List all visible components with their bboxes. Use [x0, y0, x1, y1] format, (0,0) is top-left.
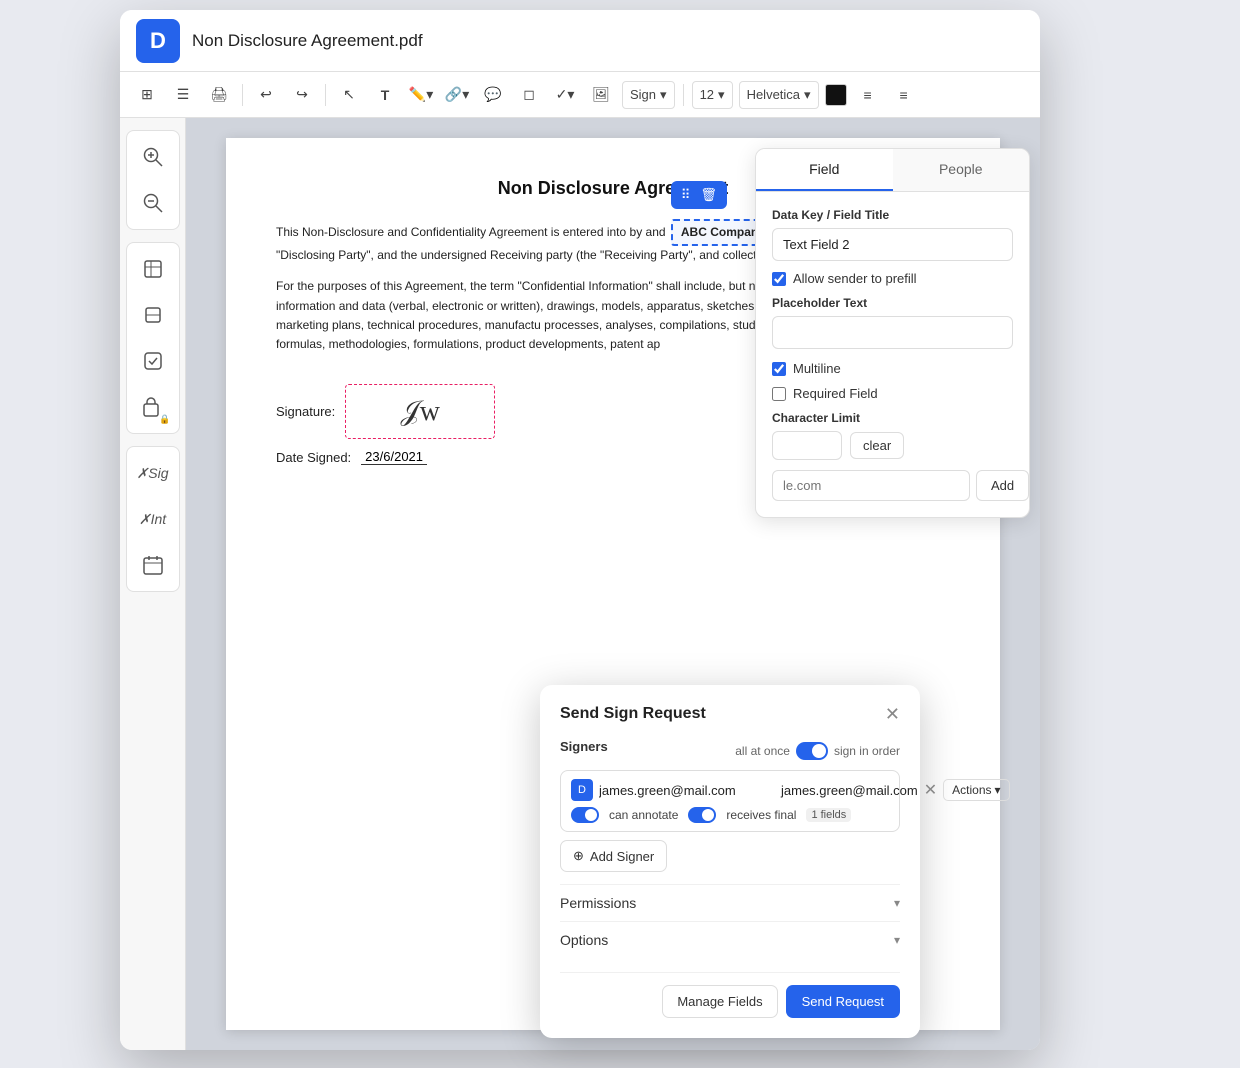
signer-perms-row: can annotate receives final 1 fields — [571, 807, 889, 823]
image-tool-button[interactable]: 🖼 — [586, 80, 616, 110]
tab-people[interactable]: People — [893, 149, 1030, 191]
modal-footer: Manage Fields Send Request — [560, 972, 900, 1018]
signer-row: D james.green@mail.com ✕ Actions ▾ can a… — [560, 770, 900, 832]
people-add-button[interactable]: Add — [976, 470, 1029, 501]
toolbar-sep-2 — [325, 84, 326, 106]
field-toolbar: ⠿ 🗑 — [671, 181, 727, 209]
zoom-in-button[interactable] — [131, 135, 175, 179]
char-limit-label: Character Limit — [772, 411, 1013, 425]
tools-group: 🔒 — [126, 242, 180, 434]
redo-button[interactable]: ↪ — [287, 80, 317, 110]
placeholder-input[interactable] — [772, 316, 1013, 349]
signer-doc-icon: D — [571, 779, 593, 801]
field-drag-button[interactable]: ⠿ — [679, 185, 693, 205]
permissions-chevron-icon: ▾ — [894, 896, 900, 910]
tab-field[interactable]: Field — [756, 149, 893, 191]
permissions-header[interactable]: Permissions ▾ — [560, 895, 900, 911]
signer-email-input[interactable] — [599, 783, 775, 798]
crop-button[interactable] — [131, 247, 175, 291]
field-people-panel: Field People Data Key / Field Title Allo… — [755, 148, 1030, 518]
panel-tabs: Field People — [756, 149, 1029, 192]
zoom-group — [126, 130, 180, 230]
data-key-label: Data Key / Field Title — [772, 208, 1013, 222]
signers-label: Signers — [560, 739, 608, 754]
select-tool-button[interactable]: ↖ — [334, 80, 364, 110]
char-limit-input[interactable] — [772, 431, 842, 460]
app-logo: D — [136, 19, 180, 63]
undo-button[interactable]: ↩ — [251, 80, 281, 110]
add-signer-button[interactable]: ⊕ Add Signer — [560, 840, 667, 872]
signature-box[interactable]: 𝒥w — [345, 384, 495, 439]
required-row: Required Field — [772, 386, 1013, 401]
manage-fields-button[interactable]: Manage Fields — [662, 985, 777, 1018]
send-sign-request-modal: Send Sign Request ✕ Signers all at once … — [540, 685, 920, 1038]
placeholder-text-label: Placeholder Text — [772, 296, 1013, 310]
link-tool-button[interactable]: 🔗▾ — [442, 80, 472, 110]
checkbox-button[interactable] — [131, 339, 175, 383]
fields-badge: 1 fields — [806, 808, 851, 822]
allow-prefill-checkbox[interactable] — [772, 272, 786, 286]
signer-remove-button[interactable]: ✕ — [924, 780, 937, 800]
resize-button[interactable] — [131, 293, 175, 337]
permissions-section: Permissions ▾ — [560, 884, 900, 921]
people-email-input[interactable] — [772, 470, 970, 501]
modal-close-button[interactable]: ✕ — [885, 705, 900, 723]
app-title: Non Disclosure Agreement.pdf — [192, 31, 423, 51]
left-sidebar: 🔒 ✗Sig ✗Int — [120, 118, 186, 1050]
zoom-out-button[interactable] — [131, 181, 175, 225]
field-delete-button[interactable]: 🗑 — [698, 185, 719, 205]
allow-prefill-row: Allow sender to prefill — [772, 271, 1013, 286]
allow-prefill-label: Allow sender to prefill — [793, 271, 917, 286]
sign-group: ✗Sig ✗Int — [126, 446, 180, 592]
options-header[interactable]: Options ▾ — [560, 932, 900, 948]
list-view-button[interactable]: ☰ — [168, 80, 198, 110]
required-checkbox[interactable] — [772, 387, 786, 401]
signers-header: Signers all at once sign in order — [560, 739, 900, 762]
required-label: Required Field — [793, 386, 878, 401]
send-request-button[interactable]: Send Request — [786, 985, 900, 1018]
signature-button[interactable]: ✗Sig — [131, 451, 175, 495]
font-family-dropdown[interactable]: Helvetica ▾ — [739, 81, 819, 109]
pen-tool-button[interactable]: ✏️▾ — [406, 80, 436, 110]
signer-email-row: D james.green@mail.com ✕ Actions ▾ — [571, 779, 889, 801]
print-button[interactable]: 🖨 — [204, 80, 234, 110]
clear-button[interactable]: clear — [850, 432, 904, 459]
receives-final-toggle[interactable] — [688, 807, 716, 823]
modal-title: Send Sign Request — [560, 705, 706, 723]
toolbar-sep-1 — [242, 84, 243, 106]
calendar-button[interactable] — [131, 543, 175, 587]
signers-controls: all at once sign in order — [735, 742, 900, 760]
people-email-row: Add — [772, 470, 1013, 501]
sign-order-toggle[interactable] — [796, 742, 828, 760]
color-picker[interactable] — [825, 84, 847, 106]
eraser-tool-button[interactable]: ◻ — [514, 80, 544, 110]
can-annotate-toggle[interactable] — [571, 807, 599, 823]
multiline-row: Multiline — [772, 361, 1013, 376]
comment-tool-button[interactable]: 💬 — [478, 80, 508, 110]
modal-header: Send Sign Request ✕ — [560, 705, 900, 723]
options-chevron-icon: ▾ — [894, 933, 900, 947]
data-key-input[interactable] — [772, 228, 1013, 261]
title-bar: D Non Disclosure Agreement.pdf — [120, 10, 1040, 72]
field-panel-content: Data Key / Field Title Allow sender to p… — [756, 192, 1029, 517]
toolbar: ⊞ ☰ 🖨 ↩ ↪ ↖ T ✏️▾ 🔗▾ 💬 ◻ ✓▾ 🖼 Sign ▾ 12 … — [120, 72, 1040, 118]
toolbar-sep-3 — [683, 84, 684, 106]
char-limit-row: clear — [772, 431, 1013, 460]
grid-view-button[interactable]: ⊞ — [132, 80, 162, 110]
align-left-button[interactable]: ≡ — [853, 80, 883, 110]
signer-actions-button[interactable]: Actions ▾ — [943, 779, 1009, 801]
text-tool-button[interactable]: T — [370, 80, 400, 110]
multiline-label: Multiline — [793, 361, 841, 376]
align-right-button[interactable]: ≡ — [889, 80, 919, 110]
font-size-dropdown[interactable]: 12 ▾ — [692, 81, 733, 109]
sign-dropdown[interactable]: Sign ▾ — [622, 81, 675, 109]
multiline-checkbox[interactable] — [772, 362, 786, 376]
initials-button[interactable]: ✗Int — [131, 497, 175, 541]
doc-lock-button[interactable]: 🔒 — [131, 385, 175, 429]
options-section: Options ▾ — [560, 921, 900, 958]
check-tool-button[interactable]: ✓▾ — [550, 80, 580, 110]
